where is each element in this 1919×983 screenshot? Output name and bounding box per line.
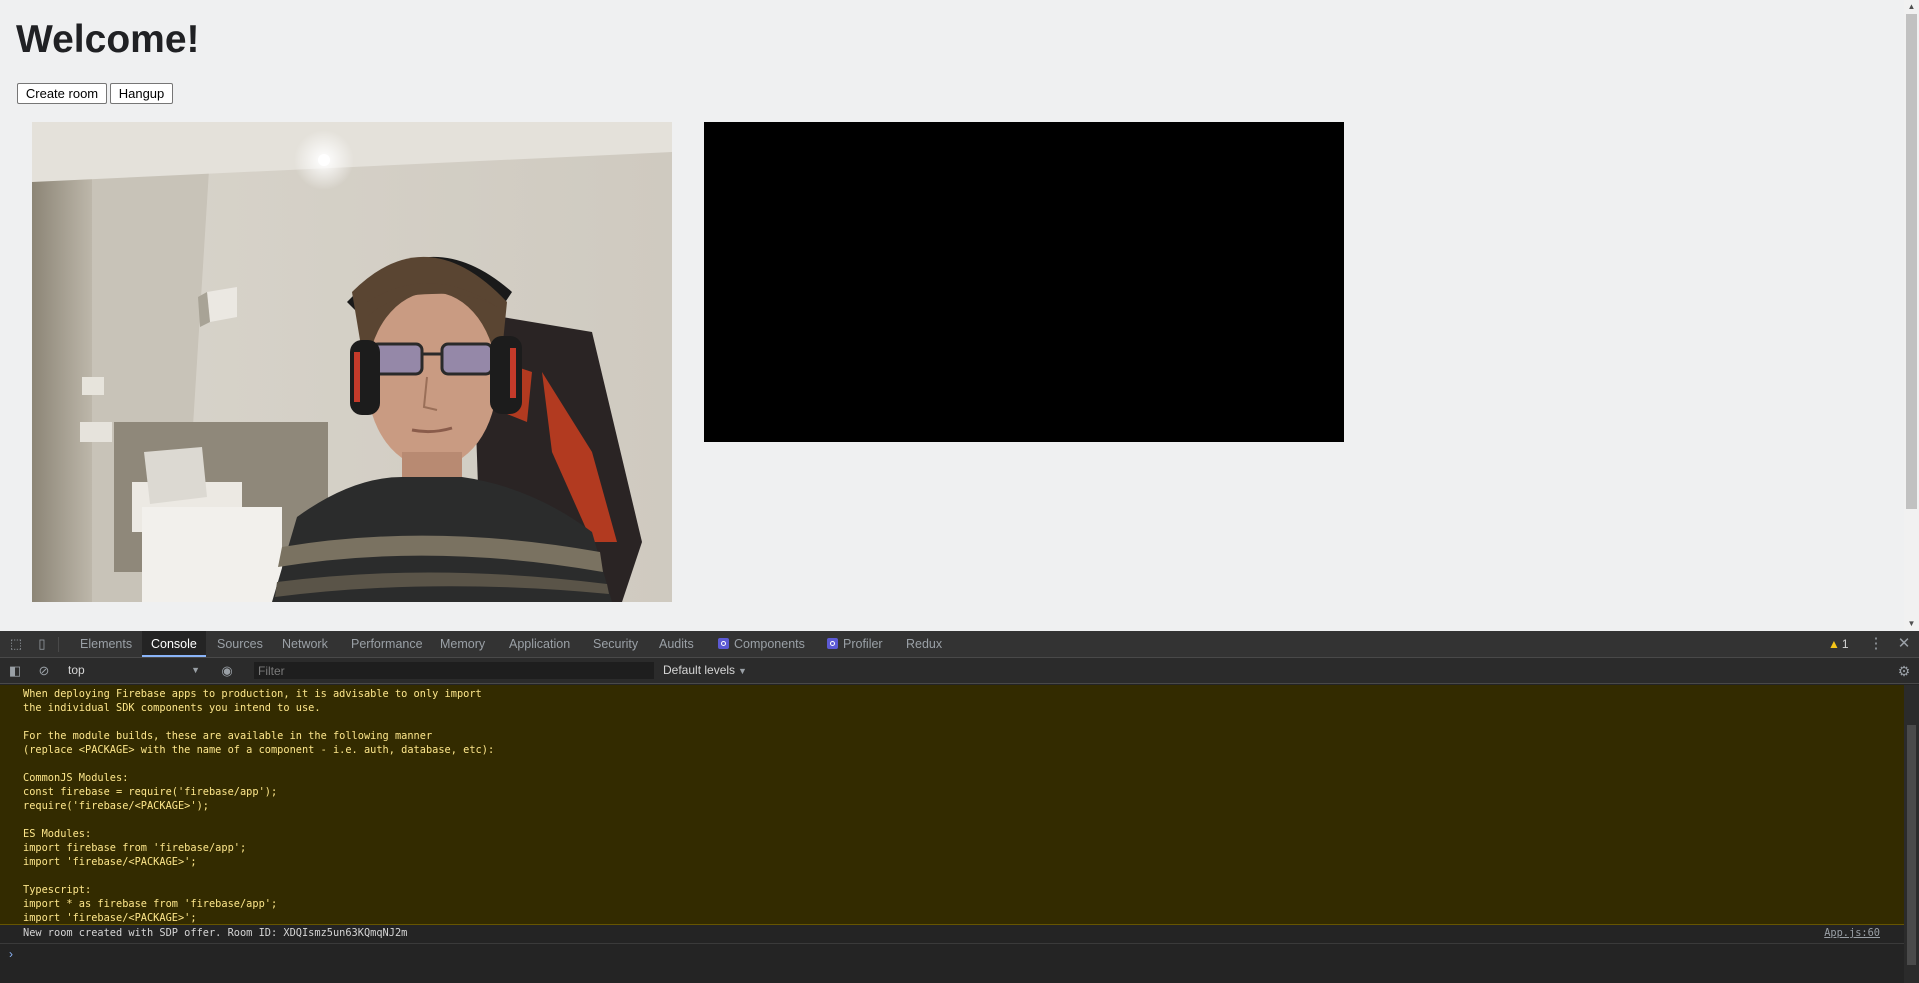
log-levels-dropdown[interactable]: Default levels ▼: [663, 662, 747, 679]
dropdown-caret-icon: ▼: [738, 666, 747, 676]
tab-profiler-label: Profiler: [843, 637, 883, 651]
devtools-panel: ⬚ ▯ Elements Console Sources Network Per…: [0, 631, 1919, 983]
warning-count: 1: [1841, 637, 1849, 651]
react-icon: [827, 638, 838, 649]
log-levels-label: Default levels: [663, 663, 736, 677]
tab-elements[interactable]: Elements: [71, 631, 141, 657]
console-log-message: New room created with SDP offer. Room ID…: [0, 925, 1904, 944]
console-output: When deploying Firebase apps to producti…: [0, 685, 1904, 983]
console-scrollbar[interactable]: [1904, 685, 1919, 983]
tab-sources[interactable]: Sources: [208, 631, 272, 657]
devtools-tab-bar: ⬚ ▯ Elements Console Sources Network Per…: [0, 631, 1919, 658]
prompt-chevron-icon: ›: [9, 947, 13, 961]
log-source-link[interactable]: App.js:60: [1824, 927, 1880, 939]
context-selector[interactable]: top ▼: [68, 662, 200, 679]
create-room-button[interactable]: Create room: [17, 83, 107, 104]
console-settings-gear-icon[interactable]: ⚙: [1896, 663, 1912, 679]
show-sidebar-icon[interactable]: ◧: [7, 663, 23, 679]
scrollbar-thumb[interactable]: [1906, 14, 1917, 509]
console-warning-message: When deploying Firebase apps to producti…: [0, 685, 1904, 925]
more-options-icon[interactable]: ⋮: [1868, 636, 1884, 652]
device-toolbar-icon[interactable]: ▯: [34, 636, 50, 652]
live-expression-eye-icon[interactable]: ◉: [219, 663, 235, 679]
page-title: Welcome!: [16, 18, 200, 61]
filter-input[interactable]: [254, 662, 654, 679]
close-devtools-icon[interactable]: ✕: [1896, 636, 1912, 652]
web-page: Welcome! Create room Hangup ▲ ▼: [0, 0, 1919, 631]
tab-memory[interactable]: Memory: [431, 631, 494, 657]
tab-console[interactable]: Console: [142, 631, 206, 657]
scroll-down-arrow-icon[interactable]: ▼: [1904, 617, 1919, 631]
tab-security[interactable]: Security: [584, 631, 647, 657]
webcam-frame-image: [32, 122, 672, 602]
tab-network[interactable]: Network: [273, 631, 337, 657]
context-value: top: [68, 663, 85, 677]
inspect-element-icon[interactable]: ⬚: [8, 636, 24, 652]
hangup-button[interactable]: Hangup: [110, 83, 173, 104]
react-icon: [718, 638, 729, 649]
divider: [58, 637, 59, 652]
clear-console-icon[interactable]: ⊘: [36, 663, 52, 679]
tab-performance[interactable]: Performance: [342, 631, 432, 657]
tab-audits[interactable]: Audits: [650, 631, 703, 657]
warning-text: When deploying Firebase apps to producti…: [23, 688, 495, 924]
tab-redux[interactable]: Redux: [897, 631, 951, 657]
local-video: [32, 122, 672, 602]
page-scrollbar[interactable]: ▲ ▼: [1904, 0, 1919, 631]
console-toolbar: ◧ ⊘ top ▼ ◉ Default levels▼ ⚙: [0, 658, 1919, 684]
warning-icon: ▲: [1828, 637, 1840, 651]
console-prompt[interactable]: ›: [0, 945, 1904, 965]
tab-profiler[interactable]: Profiler: [818, 631, 892, 657]
warnings-counter[interactable]: ▲ 1: [1828, 631, 1849, 657]
remote-video: [704, 122, 1344, 442]
scroll-up-arrow-icon[interactable]: ▲: [1904, 0, 1919, 14]
tab-components-label: Components: [734, 637, 805, 651]
scrollbar-thumb[interactable]: [1907, 725, 1916, 965]
log-text: New room created with SDP offer. Room ID…: [23, 927, 408, 939]
tab-components[interactable]: Components: [709, 631, 814, 657]
dropdown-caret-icon: ▼: [191, 665, 200, 675]
tab-application[interactable]: Application: [500, 631, 579, 657]
